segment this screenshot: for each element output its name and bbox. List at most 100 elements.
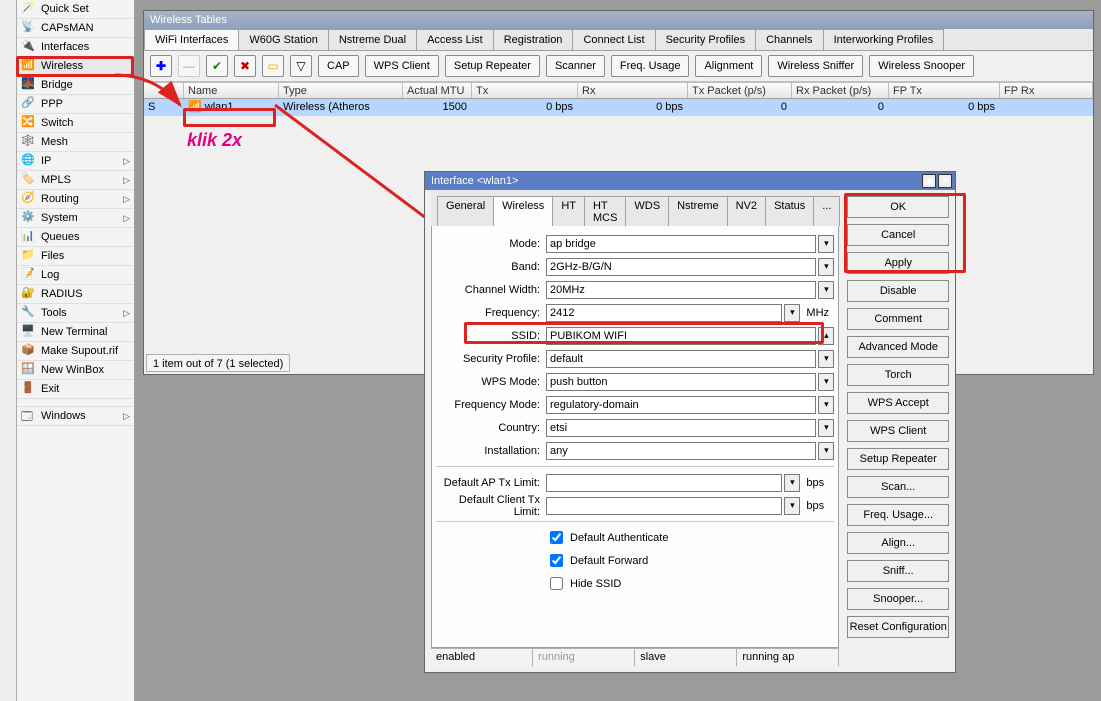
iface-tab-htmcs[interactable]: HT MCS: [584, 196, 626, 226]
sidebar-item-radius[interactable]: 🔐RADIUS: [17, 285, 134, 304]
cap-button[interactable]: CAP: [318, 55, 359, 77]
wps-client-button[interactable]: WPS Client: [365, 55, 439, 77]
sidebar-item-interfaces[interactable]: 🔌Interfaces: [17, 38, 134, 57]
sidebar-item-tools[interactable]: 🔧Tools▷: [17, 304, 134, 323]
default-authenticate-checkbox[interactable]: [550, 531, 563, 544]
sidebar-item-exit[interactable]: 🚪Exit: [17, 380, 134, 399]
chevron-down-icon[interactable]: ▾: [784, 497, 800, 515]
sidebar-item-makesupout[interactable]: 📦Make Supout.rif: [17, 342, 134, 361]
sidebar-item-bridge[interactable]: 🌉Bridge: [17, 76, 134, 95]
sidebar-item-files[interactable]: 📁Files: [17, 247, 134, 266]
tab-nstreme-dual[interactable]: Nstreme Dual: [328, 29, 417, 50]
wps-mode-field[interactable]: [546, 373, 816, 391]
sidebar-item-switch[interactable]: 🔀Switch: [17, 114, 134, 133]
sidebar-item-windows[interactable]: 🗔Windows▷: [17, 407, 134, 426]
tab-connect-list[interactable]: Connect List: [572, 29, 655, 50]
arrow-up-icon[interactable]: ▴: [818, 327, 834, 345]
tab-interworking[interactable]: Interworking Profiles: [823, 29, 945, 50]
iface-tab-nv2[interactable]: NV2: [727, 196, 766, 226]
sidebar-item-newwinbox[interactable]: 🪟New WinBox: [17, 361, 134, 380]
sidebar-item-ip[interactable]: 🌐IP▷: [17, 152, 134, 171]
chevron-down-icon[interactable]: ▾: [818, 281, 834, 299]
disable-button[interactable]: ✖: [234, 55, 256, 77]
wireless-snooper-button[interactable]: Wireless Snooper: [869, 55, 974, 77]
tab-w60g[interactable]: W60G Station: [238, 29, 328, 50]
iface-tab-status[interactable]: Status: [765, 196, 814, 226]
iface-tab-ht[interactable]: HT: [552, 196, 585, 226]
chevron-down-icon[interactable]: ▾: [818, 350, 834, 368]
advanced-mode-button[interactable]: Advanced Mode: [847, 336, 949, 358]
alignment-button[interactable]: Alignment: [695, 55, 762, 77]
frequency-mode-field[interactable]: [546, 396, 816, 414]
chevron-down-icon[interactable]: ▾: [818, 258, 834, 276]
tab-channels[interactable]: Channels: [755, 29, 823, 50]
torch-button[interactable]: Torch: [847, 364, 949, 386]
table-row[interactable]: S 📶 wlan1 Wireless (Atheros AR9... 1500 …: [144, 99, 1093, 116]
ssid-field[interactable]: [546, 327, 816, 345]
sidebar-item-routing[interactable]: 🧭Routing▷: [17, 190, 134, 209]
wireless-sniffer-button[interactable]: Wireless Sniffer: [768, 55, 863, 77]
freq-usage-button[interactable]: Freq. Usage: [611, 55, 690, 77]
chevron-down-icon[interactable]: ▾: [818, 419, 834, 437]
setup-repeater-button[interactable]: Setup Repeater: [445, 55, 540, 77]
sidebar-item-newterminal[interactable]: 🖥️New Terminal: [17, 323, 134, 342]
disable-dialog-button[interactable]: Disable: [847, 280, 949, 302]
iface-tab-nstreme[interactable]: Nstreme: [668, 196, 728, 226]
sidebar-item-ppp[interactable]: 🔗PPP: [17, 95, 134, 114]
default-client-tx-limit-field[interactable]: [546, 497, 782, 515]
comment-dialog-button[interactable]: Comment: [847, 308, 949, 330]
mode-field[interactable]: [546, 235, 816, 253]
sidebar-item-mesh[interactable]: 🕸️Mesh: [17, 133, 134, 152]
iface-tab-more[interactable]: ...: [813, 196, 840, 226]
iface-tab-general[interactable]: General: [437, 196, 494, 226]
snooper-button[interactable]: Snooper...: [847, 588, 949, 610]
sidebar-item-system[interactable]: ⚙️System▷: [17, 209, 134, 228]
restore-icon[interactable]: ▣: [922, 174, 936, 188]
sidebar-item-queues[interactable]: 📊Queues: [17, 228, 134, 247]
sidebar-item-mpls[interactable]: 🏷️MPLS▷: [17, 171, 134, 190]
sidebar-item-capsman[interactable]: 📡CAPsMAN: [17, 19, 134, 38]
iface-tab-wireless[interactable]: Wireless: [493, 196, 553, 226]
chevron-down-icon[interactable]: ▾: [784, 474, 800, 492]
scanner-button[interactable]: Scanner: [546, 55, 605, 77]
default-ap-tx-limit-field[interactable]: [546, 474, 782, 492]
channel-width-field[interactable]: [546, 281, 816, 299]
default-forward-checkbox[interactable]: [550, 554, 563, 567]
reset-configuration-button[interactable]: Reset Configuration: [847, 616, 949, 638]
tab-wifi-interfaces[interactable]: WiFi Interfaces: [144, 29, 239, 50]
ok-button[interactable]: OK: [847, 196, 949, 218]
wps-accept-button[interactable]: WPS Accept: [847, 392, 949, 414]
tab-access-list[interactable]: Access List: [416, 29, 494, 50]
chevron-down-icon[interactable]: ▾: [818, 442, 834, 460]
add-button[interactable]: ✚: [150, 55, 172, 77]
frequency-field[interactable]: [546, 304, 782, 322]
remove-button[interactable]: —: [178, 55, 200, 77]
sidebar-item-wireless[interactable]: 📶Wireless: [17, 57, 134, 76]
security-profile-field[interactable]: [546, 350, 816, 368]
band-field[interactable]: [546, 258, 816, 276]
tab-security-profiles[interactable]: Security Profiles: [655, 29, 756, 50]
comment-button[interactable]: ▭: [262, 55, 284, 77]
iface-tab-wds[interactable]: WDS: [625, 196, 669, 226]
cancel-button[interactable]: Cancel: [847, 224, 949, 246]
installation-field[interactable]: [546, 442, 816, 460]
wps-client-dialog-button[interactable]: WPS Client: [847, 420, 949, 442]
sniff-button[interactable]: Sniff...: [847, 560, 949, 582]
tab-registration[interactable]: Registration: [493, 29, 574, 50]
chevron-down-icon[interactable]: ▾: [818, 396, 834, 414]
scan-button[interactable]: Scan...: [847, 476, 949, 498]
close-icon[interactable]: ✕: [938, 174, 952, 188]
sidebar-item-log[interactable]: 📝Log: [17, 266, 134, 285]
chevron-down-icon[interactable]: ▾: [818, 235, 834, 253]
sidebar-item-quickset[interactable]: 🪄Quick Set: [17, 0, 134, 19]
chevron-down-icon[interactable]: ▾: [784, 304, 800, 322]
setup-repeater-dialog-button[interactable]: Setup Repeater: [847, 448, 949, 470]
hide-ssid-checkbox[interactable]: [550, 577, 563, 590]
filter-button[interactable]: ▽: [290, 55, 312, 77]
country-field[interactable]: [546, 419, 816, 437]
align-button[interactable]: Align...: [847, 532, 949, 554]
apply-button[interactable]: Apply: [847, 252, 949, 274]
chevron-down-icon[interactable]: ▾: [818, 373, 834, 391]
freq-usage-dialog-button[interactable]: Freq. Usage...: [847, 504, 949, 526]
enable-button[interactable]: ✔: [206, 55, 228, 77]
